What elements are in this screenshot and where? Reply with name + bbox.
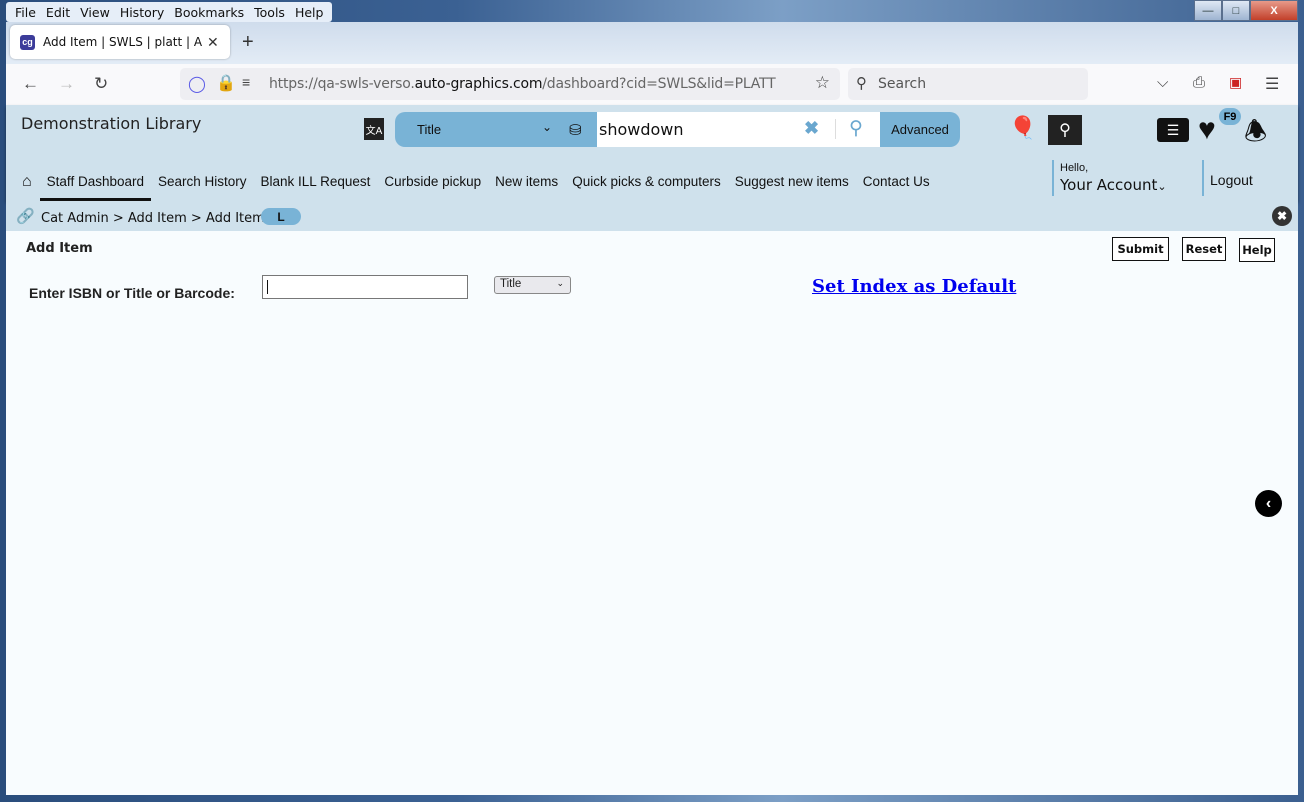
lock-icon[interactable]: 🔒	[216, 73, 236, 93]
url-text: https://qa-swls-verso.auto-graphics.com/…	[269, 76, 776, 92]
maximize-button[interactable]: □	[1222, 0, 1250, 21]
reset-button[interactable]: Reset	[1182, 237, 1226, 261]
chevron-down-icon[interactable]: ⌄	[542, 120, 552, 134]
page-content: Demonstration Library 文A Title ⌄ ⛁ showd…	[6, 105, 1298, 795]
search-input[interactable]: showdown ✖ ⚲	[597, 112, 880, 147]
clear-icon[interactable]: ✖	[804, 118, 819, 139]
favorites-heart-icon[interactable]: ♥	[1198, 113, 1216, 147]
nav-new-items[interactable]: New items	[488, 163, 565, 201]
notification-bell-icon[interactable]: 🕭	[1244, 113, 1267, 157]
menu-history[interactable]: History	[115, 2, 169, 22]
minimize-button[interactable]: —	[1194, 0, 1222, 21]
nav-curbside-pickup[interactable]: Curbside pickup	[377, 163, 488, 201]
chevron-down-icon: ⌄	[556, 278, 564, 288]
search-index-select[interactable]: Title	[417, 122, 441, 137]
link-icon[interactable]: 🔗	[16, 207, 35, 225]
account-menu[interactable]: Hello, Your Account⌄	[1052, 160, 1204, 196]
main-nav: ⌂ Staff Dashboard Search History Blank I…	[6, 163, 937, 201]
app-menu-icon[interactable]: ☰	[1265, 74, 1279, 94]
browser-search-placeholder: Search	[878, 76, 927, 92]
nav-quick-picks[interactable]: Quick picks & computers	[565, 163, 728, 201]
search-value: showdown	[599, 120, 684, 139]
nav-search-history[interactable]: Search History	[151, 163, 254, 201]
bookmark-star-icon[interactable]: ☆	[815, 73, 830, 93]
menu-bookmarks[interactable]: Bookmarks	[169, 2, 249, 22]
tab-add-item[interactable]: cg Add Item | SWLS | platt | Auto-Graphi…	[10, 25, 230, 59]
page-title: Add Item	[26, 241, 93, 256]
new-tab-icon[interactable]: +	[242, 31, 254, 54]
menu-help[interactable]: Help	[290, 2, 329, 22]
catalog-search: Title ⌄ ⛁ showdown ✖ ⚲ Advanced	[395, 112, 960, 147]
search-icon[interactable]: ⚲	[849, 117, 863, 140]
search-icon: ⚲	[856, 74, 867, 92]
close-icon[interactable]: ✖	[1272, 206, 1292, 226]
isbn-title-barcode-input[interactable]	[262, 275, 468, 299]
chevron-down-icon: ⌄	[1157, 180, 1167, 193]
browse-shelf-icon[interactable]: ⚲	[1048, 115, 1082, 145]
menu-edit[interactable]: Edit	[41, 2, 75, 22]
browser-window: File Edit View History Bookmarks Tools H…	[0, 0, 1304, 802]
divider	[835, 119, 836, 139]
breadcrumb-bar: 🔗 Cat Admin > Add Item > Add Item L ✖	[6, 201, 1298, 231]
browser-search-bar[interactable]: ⚲ Search	[848, 68, 1088, 100]
library-name: Demonstration Library	[21, 114, 202, 133]
set-index-default-link[interactable]: Set Index as Default	[812, 276, 1016, 297]
nav-staff-dashboard[interactable]: Staff Dashboard	[39, 163, 152, 201]
side-panel-toggle-chevron-left-icon[interactable]: ‹	[1255, 490, 1282, 517]
browser-toolbar: ← → ↻ ◯ 🔒 ≡ https://qa-swls-verso.auto-g…	[6, 64, 1298, 106]
nav-suggest-new-items[interactable]: Suggest new items	[728, 163, 856, 201]
reload-icon[interactable]: ↻	[94, 74, 108, 94]
window-controls: — □ X	[1194, 0, 1298, 21]
account-label: Your Account⌄	[1060, 176, 1167, 194]
breadcrumb[interactable]: Cat Admin > Add Item > Add Item	[41, 211, 265, 226]
menu-view[interactable]: View	[75, 2, 115, 22]
text-caret	[267, 280, 268, 294]
forward-icon[interactable]: →	[58, 74, 75, 94]
menu-bar: File Edit View History Bookmarks Tools H…	[6, 2, 333, 22]
tab-strip: cg Add Item | SWLS | platt | Auto-Graphi…	[6, 22, 1298, 64]
isbn-label: Enter ISBN or Title or Barcode:	[29, 285, 235, 301]
breadcrumb-pill[interactable]: L	[261, 208, 301, 225]
help-button[interactable]: Help	[1239, 238, 1275, 262]
index-select[interactable]: Title ⌄	[494, 276, 571, 294]
tab-close-icon[interactable]: ✕	[207, 34, 219, 51]
logout-link[interactable]: Logout	[1202, 160, 1294, 196]
favorites-badge: F9	[1219, 108, 1241, 125]
home-icon[interactable]: ⌂	[22, 173, 32, 191]
nav-contact-us[interactable]: Contact Us	[856, 163, 937, 201]
pocket-icon[interactable]: ⌵	[1157, 74, 1168, 91]
tab-title: Add Item | SWLS | platt | Auto-Graphics	[43, 35, 203, 49]
site-header: Demonstration Library 文A Title ⌄ ⛁ showd…	[6, 105, 1298, 201]
nav-blank-ill-request[interactable]: Blank ILL Request	[254, 163, 378, 201]
advanced-search-button[interactable]: Advanced	[880, 112, 960, 147]
menu-file[interactable]: File	[10, 2, 41, 22]
index-select-value: Title	[500, 278, 522, 290]
shield-icon[interactable]: ◯	[188, 74, 206, 94]
window-close-button[interactable]: X	[1250, 0, 1298, 21]
hello-text: Hello,	[1060, 162, 1089, 174]
menu-tools[interactable]: Tools	[249, 2, 290, 22]
extension-icon[interactable]: ▣	[1229, 74, 1242, 91]
favicon-icon: cg	[20, 34, 35, 50]
back-icon[interactable]: ←	[22, 74, 39, 94]
database-icon[interactable]: ⛁	[569, 121, 582, 139]
submit-button[interactable]: Submit	[1112, 237, 1169, 261]
translate-icon[interactable]: 文A	[364, 118, 384, 140]
print-icon[interactable]: ⎙	[1193, 74, 1205, 91]
hot-air-balloon-icon[interactable]: 🎈	[1009, 115, 1036, 141]
permissions-icon[interactable]: ≡	[242, 74, 250, 90]
list-icon[interactable]: ☰	[1157, 118, 1189, 142]
url-bar[interactable]: ◯ 🔒 ≡ https://qa-swls-verso.auto-graphic…	[180, 68, 840, 100]
